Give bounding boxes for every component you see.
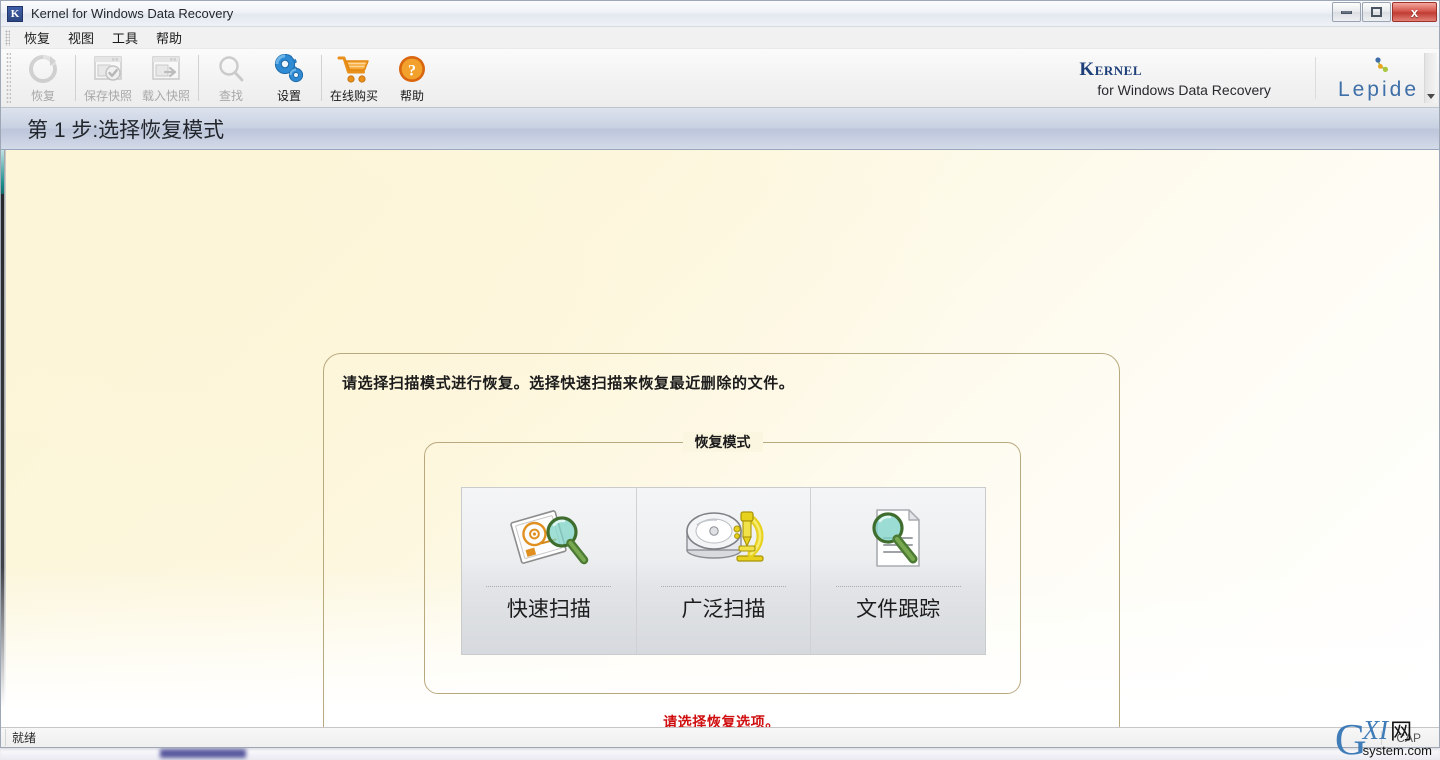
titlebar[interactable]: K Kernel for Windows Data Recovery x — [1, 1, 1439, 27]
minimize-button[interactable] — [1332, 2, 1361, 22]
tile-divider — [486, 586, 612, 587]
lepide-dots-icon — [1375, 56, 1389, 72]
menu-tools[interactable]: 工具 — [103, 26, 147, 49]
disk-magnifier-icon — [506, 492, 592, 584]
menu-view[interactable]: 视图 — [59, 26, 103, 49]
tile-extensive-scan[interactable]: 广泛扫描 — [636, 488, 812, 654]
load-snapshot-icon — [151, 53, 181, 84]
kernel-wordmark: Kernel — [1079, 58, 1142, 80]
lepide-logo: Lepide — [1337, 56, 1419, 101]
toolbar-label-help: 帮助 — [399, 89, 424, 103]
status-indicator-cap: CAP — [1381, 730, 1435, 745]
page-title: 第 1 步:选择恢复模式 — [27, 118, 225, 142]
refresh-circle-icon — [28, 53, 58, 84]
restore-icon — [1371, 7, 1382, 17]
groupbox-legend: 恢复模式 — [682, 432, 763, 452]
window-title: Kernel for Windows Data Recovery — [31, 6, 234, 21]
tile-label-extensive-scan: 广泛扫描 — [681, 598, 766, 621]
toolbar-button-help[interactable]: ? 帮助 — [383, 49, 441, 107]
branding: Kernel for Windows Data Recovery Lepide — [1079, 49, 1439, 107]
toolbar-button-load-snapshot[interactable]: 载入快照 — [137, 49, 195, 107]
toolbar-label-settings: 设置 — [276, 89, 301, 103]
toolbar-button-save-snapshot[interactable]: 保存快照 — [79, 49, 137, 107]
maximize-button[interactable] — [1362, 2, 1391, 22]
toolbar-separator — [321, 55, 322, 101]
toolbar-label-recover: 恢复 — [30, 89, 55, 103]
toolbar-button-find[interactable]: 查找 — [202, 49, 260, 107]
tile-divider — [660, 586, 787, 587]
step-banner: 第 1 步:选择恢复模式 — [1, 108, 1439, 150]
left-edge-strip — [1, 150, 8, 727]
toolbar-label-save-snapshot: 保存快照 — [83, 89, 132, 103]
menu-help[interactable]: 帮助 — [147, 26, 191, 49]
branding-divider — [1314, 57, 1316, 99]
shopping-cart-icon — [337, 53, 371, 84]
toolbar: 恢复 保存快照 载入快照 查找 设置 在线购买 ? 帮助 Kernel for … — [1, 49, 1439, 108]
disk-microscope-icon — [681, 492, 767, 584]
left-strip-line — [4, 150, 6, 727]
toolbar-overflow-button[interactable] — [1424, 53, 1437, 103]
menubar-grip[interactable] — [5, 29, 10, 46]
kernel-tagline: for Windows Data Recovery — [1097, 81, 1271, 98]
lepide-wordmark: Lepide — [1337, 77, 1419, 101]
recovery-mode-panel: 请选择扫描模式进行恢复。选择快速扫描来恢复最近删除的文件。 恢复模式 快速扫描 … — [323, 353, 1120, 727]
close-button[interactable]: x — [1392, 2, 1437, 22]
background-taskbar-item — [160, 749, 246, 758]
recovery-mode-groupbox: 恢复模式 快速扫描 广泛扫描 文件跟踪 — [424, 432, 1021, 694]
document-magnifier-icon — [855, 492, 941, 584]
instruction-text: 请选择扫描模式进行恢复。选择快速扫描来恢复最近删除的文件。 — [342, 375, 795, 392]
main-window: K Kernel for Windows Data Recovery x 恢复 … — [0, 0, 1440, 748]
toolbar-label-load-snapshot: 载入快照 — [141, 89, 190, 103]
search-magnifier-icon — [216, 53, 246, 84]
toolbar-label-buy-online: 在线购买 — [329, 89, 378, 103]
screenshot-root: K Kernel for Windows Data Recovery x 恢复 … — [0, 0, 1440, 760]
chevron-down-icon — [1427, 94, 1435, 99]
kernel-logo: Kernel for Windows Data Recovery — [1079, 60, 1315, 97]
tile-divider — [835, 586, 961, 587]
app-icon: K — [7, 5, 23, 22]
save-snapshot-icon — [93, 53, 123, 84]
toolbar-button-buy-online[interactable]: 在线购买 — [325, 49, 383, 107]
toolbar-label-find: 查找 — [218, 89, 243, 103]
toolbar-button-settings[interactable]: 设置 — [260, 49, 318, 107]
tile-file-trace[interactable]: 文件跟踪 — [811, 488, 986, 654]
menu-recover[interactable]: 恢复 — [15, 26, 59, 49]
toolbar-button-recover[interactable]: 恢复 — [14, 49, 72, 107]
tile-quick-scan[interactable]: 快速扫描 — [462, 488, 637, 654]
question-circle-icon: ? — [397, 53, 427, 84]
toolbar-separator — [75, 55, 76, 101]
main-content: 请选择扫描模式进行恢复。选择快速扫描来恢复最近删除的文件。 恢复模式 快速扫描 … — [1, 150, 1439, 727]
menubar: 恢复 视图 工具 帮助 — [1, 27, 1439, 49]
toolbar-grip[interactable] — [6, 52, 11, 104]
window-controls: x — [1332, 2, 1437, 22]
gears-icon — [273, 53, 305, 84]
tile-label-quick-scan: 快速扫描 — [506, 598, 591, 621]
status-text: 就绪 — [5, 729, 36, 746]
toolbar-separator — [198, 55, 199, 101]
scan-mode-tiles: 快速扫描 广泛扫描 文件跟踪 — [461, 487, 986, 655]
close-icon: x — [1410, 4, 1419, 20]
minimize-icon — [1341, 10, 1352, 14]
svg-text:?: ? — [408, 62, 416, 79]
tile-label-file-trace: 文件跟踪 — [856, 598, 941, 621]
validation-warning: 请选择恢复选项。 — [663, 714, 780, 727]
statusbar: 就绪 CAP — [1, 727, 1439, 747]
